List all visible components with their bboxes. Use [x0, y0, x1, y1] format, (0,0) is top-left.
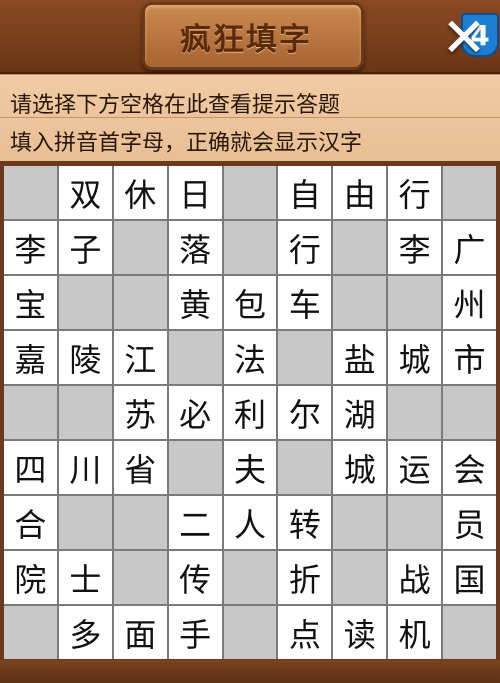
- letter-cell[interactable]: 由: [333, 166, 387, 219]
- blank-cell[interactable]: [223, 221, 277, 274]
- letter-cell[interactable]: 行: [278, 221, 332, 274]
- blank-cell[interactable]: [388, 496, 442, 549]
- blank-cell[interactable]: [58, 386, 112, 439]
- hint-line-1: 请选择下方空格在此查看提示答题: [10, 93, 341, 118]
- letter-cell[interactable]: 面: [113, 606, 167, 659]
- top-bar: 疯狂填字 4 ✕: [0, 0, 500, 74]
- letter-cell[interactable]: 湖: [333, 386, 387, 439]
- letter-cell[interactable]: 李: [388, 221, 442, 274]
- letter-cell[interactable]: 省: [113, 441, 167, 494]
- letter-cell[interactable]: 会: [443, 441, 496, 494]
- blank-cell[interactable]: [388, 276, 442, 329]
- letter-cell[interactable]: 双: [58, 166, 112, 219]
- letter-cell[interactable]: 法: [223, 331, 277, 384]
- blank-cell[interactable]: [4, 606, 57, 659]
- letter-cell[interactable]: 士: [58, 551, 112, 604]
- letter-cell[interactable]: 江: [113, 331, 167, 384]
- letter-cell[interactable]: 运: [388, 441, 442, 494]
- letter-cell[interactable]: 包: [223, 276, 277, 329]
- letter-cell[interactable]: 利: [223, 386, 277, 439]
- blank-cell[interactable]: [443, 166, 496, 219]
- letter-cell[interactable]: 盐: [333, 331, 387, 384]
- letter-cell[interactable]: 城: [388, 331, 442, 384]
- letter-cell[interactable]: 国: [443, 551, 496, 604]
- letter-cell[interactable]: 广: [443, 221, 496, 274]
- letter-cell[interactable]: 战: [388, 551, 442, 604]
- letter-cell[interactable]: 日: [168, 166, 222, 219]
- close-icon[interactable]: ✕: [436, 10, 492, 66]
- title-plaque: 疯狂填字 4: [142, 2, 499, 70]
- bottom-wood-strip: [0, 660, 500, 683]
- letter-cell[interactable]: 员: [443, 496, 496, 549]
- blank-cell[interactable]: [168, 331, 222, 384]
- letter-cell[interactable]: 读: [333, 606, 387, 659]
- letter-cell[interactable]: 折: [278, 551, 332, 604]
- letter-cell[interactable]: 城: [333, 441, 387, 494]
- blank-cell[interactable]: [333, 551, 387, 604]
- letter-cell[interactable]: 四: [4, 441, 57, 494]
- blank-cell[interactable]: [223, 166, 277, 219]
- blank-cell[interactable]: [168, 441, 222, 494]
- letter-cell[interactable]: 州: [443, 276, 496, 329]
- letter-cell[interactable]: 机: [388, 606, 442, 659]
- blank-cell[interactable]: [223, 551, 277, 604]
- letter-cell[interactable]: 宝: [4, 276, 57, 329]
- hint-divider: [0, 117, 500, 118]
- letter-cell[interactable]: 院: [4, 551, 57, 604]
- letter-cell[interactable]: 人: [223, 496, 277, 549]
- blank-cell[interactable]: [58, 496, 112, 549]
- letter-cell[interactable]: 转: [278, 496, 332, 549]
- letter-cell[interactable]: 点: [278, 606, 332, 659]
- blank-cell[interactable]: [113, 551, 167, 604]
- hint-line-2: 填入拼音首字母，正确就会显示汉字: [10, 131, 363, 156]
- blank-cell[interactable]: [388, 386, 442, 439]
- letter-cell[interactable]: 二: [168, 496, 222, 549]
- letter-cell[interactable]: 陵: [58, 331, 112, 384]
- letter-cell[interactable]: 合: [4, 496, 57, 549]
- letter-cell[interactable]: 手: [168, 606, 222, 659]
- letter-cell[interactable]: 苏: [113, 386, 167, 439]
- blank-cell[interactable]: [58, 276, 112, 329]
- blank-cell[interactable]: [333, 221, 387, 274]
- letter-cell[interactable]: 车: [278, 276, 332, 329]
- blank-cell[interactable]: [223, 606, 277, 659]
- letter-cell[interactable]: 川: [58, 441, 112, 494]
- blank-cell[interactable]: [443, 386, 496, 439]
- letter-cell[interactable]: 落: [168, 221, 222, 274]
- blank-cell[interactable]: [333, 276, 387, 329]
- letter-cell[interactable]: 黄: [168, 276, 222, 329]
- letter-cell[interactable]: 子: [58, 221, 112, 274]
- letter-cell[interactable]: 尔: [278, 386, 332, 439]
- blank-cell[interactable]: [333, 496, 387, 549]
- letter-cell[interactable]: 李: [4, 221, 57, 274]
- blank-cell[interactable]: [443, 606, 496, 659]
- letter-cell[interactable]: 传: [168, 551, 222, 604]
- blank-cell[interactable]: [113, 221, 167, 274]
- letter-cell[interactable]: 市: [443, 331, 496, 384]
- blank-cell[interactable]: [4, 386, 57, 439]
- blank-cell[interactable]: [278, 441, 332, 494]
- letter-cell[interactable]: 多: [58, 606, 112, 659]
- letter-cell[interactable]: 休: [113, 166, 167, 219]
- blank-cell[interactable]: [278, 331, 332, 384]
- blank-cell[interactable]: [4, 166, 57, 219]
- letter-cell[interactable]: 夫: [223, 441, 277, 494]
- hint-panel: 请选择下方空格在此查看提示答题 填入拼音首字母，正确就会显示汉字: [0, 74, 500, 161]
- letter-cell[interactable]: 行: [388, 166, 442, 219]
- crossword-board: 双休日自由行李子落行李广宝黄包车州嘉陵江法盐城市苏必利尔湖四川省夫城运会合二人转…: [4, 166, 496, 659]
- blank-cell[interactable]: [113, 496, 167, 549]
- letter-cell[interactable]: 嘉: [4, 331, 57, 384]
- blank-cell[interactable]: [113, 276, 167, 329]
- letter-cell[interactable]: 必: [168, 386, 222, 439]
- letter-cell[interactable]: 自: [278, 166, 332, 219]
- game-title: 疯狂填字: [180, 21, 312, 58]
